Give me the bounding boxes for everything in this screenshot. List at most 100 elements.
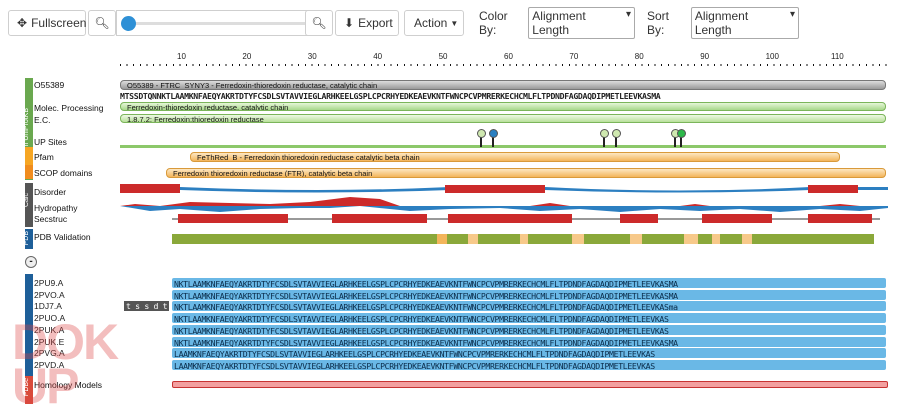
zoom-slider[interactable] [116, 10, 328, 36]
disorder-track-low [180, 187, 450, 193]
scop-label: SCOP domains [34, 168, 93, 178]
pdb-chain-label[interactable]: 2PUK.A [34, 325, 64, 335]
pfam-label: Pfam [34, 152, 54, 162]
disorder-track [120, 184, 180, 193]
fullscreen-button[interactable]: ✥ Fullscreen [8, 10, 86, 36]
color-by-select[interactable]: Alignment Length [528, 7, 635, 39]
site-lollipop[interactable] [477, 129, 486, 147]
hydropathy-track-neg [120, 206, 888, 212]
disorder-track-tail [858, 187, 888, 190]
disorder-track-mid [545, 187, 810, 193]
ruler-label: 20 [242, 52, 252, 61]
ruler-label: 70 [569, 52, 579, 61]
pdb-chain-alignment[interactable]: t s s d t NKTLAAMKNFAEQYAKRTDTYFCSDLSVTAV… [124, 301, 886, 312]
fullscreen-icon: ✥ [17, 16, 28, 30]
pdb-chain-alignment[interactable]: NKTLAAMKNFAEQYAKRTDTYFCSDLSVTAVVIEGLARHK… [172, 336, 886, 348]
pdb-chain-alignment[interactable]: LAAMKNFAEQYAKRTDTYFCSDLSVTAVVIEGLARHKEEL… [172, 359, 886, 371]
up-sites-label: UP Sites [34, 137, 67, 147]
ruler-label: 100 [765, 52, 779, 61]
pdb-chain-alignment[interactable]: NKTLAAMKNFAEQYAKRTDTYFCSDLSVTAVVIEGLARHK… [172, 278, 886, 289]
molec-processing-label: Molec. Processing [34, 103, 104, 113]
disorder-label: Disorder [34, 187, 67, 197]
validation-outlier [572, 234, 584, 244]
zoom-out-button[interactable]: 🔍︎ [88, 10, 116, 36]
calc-tracks-svg [120, 184, 888, 223]
site-lollipop[interactable] [489, 129, 498, 147]
homology-models-label: Homology Models [34, 380, 103, 390]
pdb-chain-label[interactable]: 2PUO.A [34, 313, 65, 323]
hydropathy-track-pos [120, 197, 400, 206]
site-lollipop[interactable] [612, 129, 621, 147]
pdb-chain-alignment[interactable]: NKTLAAMKNFAEQYAKRTDTYFCSDLSVTAVVIEGLARHK… [172, 313, 886, 324]
disorder-track-end [808, 185, 858, 193]
pfam-domain-bar[interactable]: FeThRed_B - Ferredoxin thioredoxin reduc… [190, 152, 840, 162]
uniprot-id-label: O55389 [34, 80, 65, 90]
ec-label: E.C. [34, 115, 51, 125]
pdb-validation-label: PDB Validation [34, 232, 91, 242]
zoom-out-icon: 🔍︎ [94, 16, 110, 30]
validation-outlier [468, 234, 478, 244]
pdb-chain-alignment[interactable]: LAAMKNFAEQYAKRTDTYFCSDLSVTAVVIEGLARHKEEL… [172, 348, 886, 359]
ruler-label: 40 [373, 52, 383, 61]
site-lollipop[interactable] [671, 129, 680, 147]
secstruc-helix [620, 214, 658, 223]
download-icon: ⬇ [344, 16, 355, 30]
ruler-label: 110 [831, 52, 844, 61]
up-sites-line [120, 145, 886, 148]
pdb-chain-label[interactable]: 2PVD.A [34, 360, 64, 370]
molec-processing-bar[interactable]: Ferredoxin-thioredoxin reductase, cataly… [120, 102, 886, 111]
position-ruler: 10 20 30 40 50 60 70 80 90 100 110 [120, 52, 888, 68]
site-lollipop[interactable] [600, 129, 609, 147]
up-sites-track [120, 129, 886, 150]
secstruc-helix [528, 214, 572, 223]
pdb-chain-label[interactable]: 2PVG.A [34, 348, 65, 358]
hydropathy-track-pos2 [530, 203, 860, 206]
pdb-chain-label[interactable]: 2PVO.A [34, 290, 65, 300]
secstruc-helix [808, 214, 872, 223]
collapse-toggle-button[interactable]: - [25, 256, 37, 268]
secstruc-helix [332, 214, 427, 223]
secstruc-helix [702, 214, 772, 223]
pdb-chain-label[interactable]: 2PU9.A [34, 278, 63, 288]
pdb-val-side-strip: PDB [23, 229, 33, 249]
zoom-slider-thumb[interactable] [121, 16, 136, 31]
site-lollipop[interactable] [677, 129, 686, 147]
pdb-chain-alignment[interactable]: NKTLAAMKNFAEQYAKRTDTYFCSDLSVTAVVIEGLARHK… [172, 289, 886, 301]
ruler-label: 80 [634, 52, 644, 61]
zoom-in-button[interactable]: 🔍︎ [305, 10, 333, 36]
homology-model-bar[interactable] [172, 381, 888, 388]
ruler-label: 90 [700, 52, 710, 61]
secstruc-helix [178, 214, 288, 223]
secstruc-label: Secstruc [34, 214, 68, 224]
ec-bar[interactable]: 1.8.7.2: Ferredoxin:thioredoxin reductas… [120, 114, 886, 123]
pdb-chain-alignment[interactable]: NKTLAAMKNFAEQYAKRTDTYFCSDLSVTAVVIEGLARHK… [172, 324, 886, 336]
validation-outlier [742, 234, 752, 244]
zoom-slider-track [129, 22, 319, 25]
ruler-label: 30 [307, 52, 317, 61]
sort-by-select[interactable]: Alignment Length [690, 7, 799, 39]
calc-side-strip: Calc [23, 183, 33, 227]
ruler-ticks [120, 64, 888, 66]
disorder-track-high [445, 185, 545, 193]
export-button[interactable]: ⬇ Export [335, 10, 399, 36]
scop-domain-bar[interactable]: Ferredoxin thioredoxin reductase (FTR), … [166, 168, 886, 178]
color-by-control: Color By: Alignment Length [469, 7, 635, 39]
pdb-chain-label[interactable]: 2PUK.E [34, 337, 64, 347]
validation-outlier [630, 234, 642, 244]
zoom-in-icon: 🔍︎ [311, 16, 327, 30]
validation-outlier [437, 234, 447, 244]
uniprot-entry-bar[interactable]: O55389 - FTRC_SYNY3 - Ferredoxin-thiored… [120, 80, 886, 90]
reference-sequence: MTSSDTQNNKTLAAMKNFAEQYAKRTDTYFCSDLSVTAVV… [120, 91, 661, 101]
pdbe-side-strip: PDBe [23, 376, 33, 404]
ruler-label: 50 [438, 52, 448, 61]
caret-down-icon: ▼ [450, 18, 459, 28]
pdb-validation-track [172, 234, 874, 244]
sort-by-control: Sort By: Alignment Length [639, 7, 799, 39]
action-dropdown[interactable]: Action ▼ [404, 10, 464, 36]
validation-outlier [712, 234, 720, 244]
ruler-label: 60 [504, 52, 513, 61]
validation-outlier [520, 234, 528, 244]
validation-outlier [684, 234, 698, 244]
ruler-label: 10 [177, 52, 186, 61]
pdb-chain-label[interactable]: 1DJ7.A [34, 301, 62, 311]
